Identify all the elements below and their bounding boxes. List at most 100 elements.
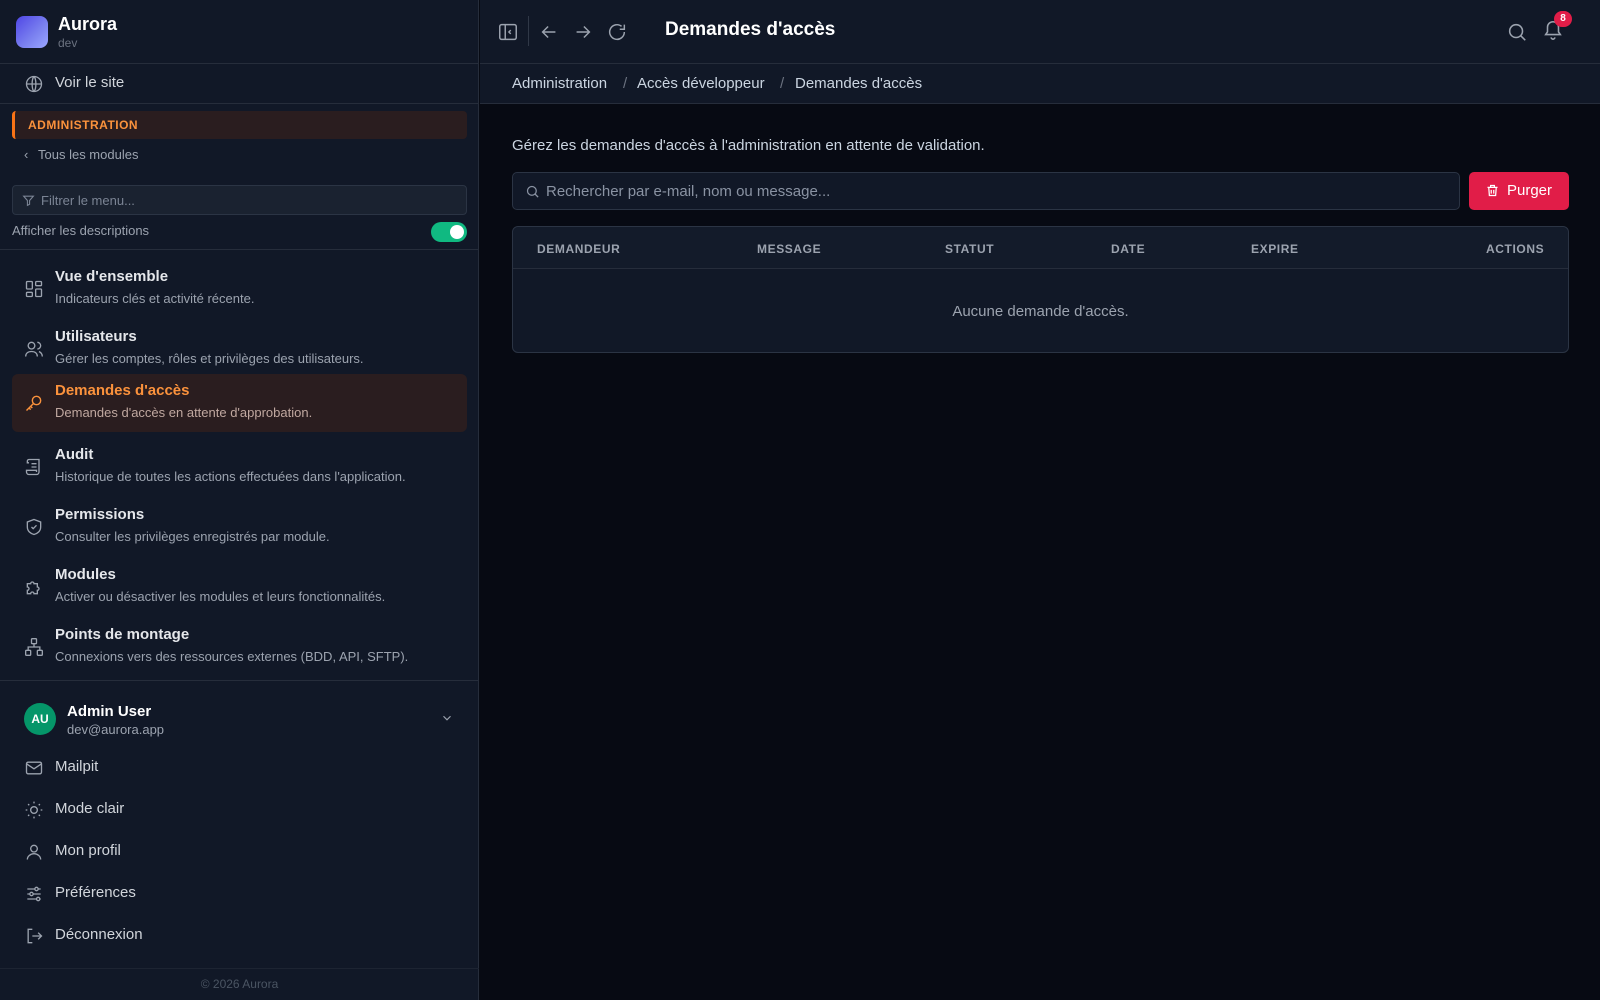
profile-label: Mon profil [55,842,121,859]
column-header-requester[interactable]: DEMANDEUR [537,242,620,256]
sidebar-item-desc: Consulter les privilèges enregistrés par… [55,529,330,544]
section-label: ADMINISTRATION [28,118,139,132]
logo [16,16,48,48]
sidebar-item-title: Utilisateurs [55,328,137,345]
sidebar-item-users[interactable]: Utilisateurs Gérer les comptes, rôles et… [12,320,467,378]
sidebar-item-title: Modules [55,566,116,583]
empty-state: Aucune demande d'accès. [952,303,1129,320]
sidebar-item-desc: Gérer les comptes, rôles et privilèges d… [55,351,364,366]
menu-filter[interactable] [12,185,467,215]
sidebar-item-access-requests[interactable]: Demandes d'accès Demandes d'accès en att… [12,374,467,432]
sidebar-item-permissions[interactable]: Permissions Consulter les privilèges enr… [12,498,467,556]
shield-check-icon [24,517,44,537]
column-header-actions: ACTIONS [1486,242,1545,256]
purge-label: Purger [1507,182,1553,199]
all-modules-label: Tous les modules [38,147,139,162]
avatar: AU [24,703,56,735]
divider [0,680,479,681]
column-header-date[interactable]: DATE [1111,242,1145,256]
light-mode-label: Mode clair [55,800,125,817]
users-icon [24,339,44,359]
column-header-expires[interactable]: EXPIRE [1251,242,1299,256]
notification-badge: 8 [1554,11,1572,27]
copyright: © 2026 Aurora [200,977,279,991]
sidebar-item-audit[interactable]: Audit Historique de toutes les actions e… [12,438,467,496]
section-administration: ADMINISTRATION [12,111,467,139]
sun-icon [24,800,44,820]
puzzle-icon [24,577,44,597]
logout-link[interactable]: Déconnexion [0,925,479,947]
logout-label: Déconnexion [55,926,143,943]
sidebar-item-title: Audit [55,446,94,463]
sidebar-item-modules[interactable]: Modules Activer ou désactiver les module… [12,558,467,616]
divider [528,16,529,46]
back-arrow-icon[interactable] [538,21,560,43]
sidebar-item-title: Permissions [55,506,145,523]
logout-icon [24,926,44,946]
refresh-icon[interactable] [606,21,628,43]
breadcrumb-separator: / [780,75,785,92]
sidebar-item-desc: Activer ou désactiver les modules et leu… [55,589,386,604]
preferences-link[interactable]: Préférences [0,883,479,905]
search-icon[interactable] [1506,21,1528,43]
mailpit-label: Mailpit [55,758,99,775]
sidebar-item-title: Demandes d'accès [55,382,190,399]
sidebar-item-title: Vue d'ensemble [55,268,169,285]
light-mode-toggle[interactable]: Mode clair [0,799,479,821]
view-site-link[interactable]: Voir le site [0,64,479,104]
sidebar-item-mount-points[interactable]: Points de montage Connexions vers des re… [12,618,467,676]
breadcrumb-current: Demandes d'accès [795,75,923,92]
key-icon [24,393,44,413]
brand[interactable]: Aurora dev [0,0,479,64]
user-icon [24,842,44,862]
filter-icon [22,194,35,207]
search-input[interactable] [546,173,1446,209]
menu-filter-input[interactable] [41,186,441,214]
purge-button[interactable]: Purger [1469,172,1569,210]
top-bar: Demandes d'accès 8 [480,0,1600,64]
scroll-icon [24,457,44,477]
breadcrumb: Administration / Accès développeur / Dem… [480,64,1600,104]
user-menu[interactable]: AU Admin User dev@aurora.app [0,697,479,741]
user-name: Admin User [67,703,152,720]
column-header-message[interactable]: MESSAGE [757,242,821,256]
mailpit-link[interactable]: Mailpit [0,757,479,779]
sidebar-item-title: Points de montage [55,626,190,643]
sidebar-item-desc: Historique de toutes les actions effectu… [55,469,406,484]
search-box[interactable] [512,172,1460,210]
sidebar-item-desc: Connexions vers des ressources externes … [55,649,409,664]
chevron-left-icon: ‹ [24,147,29,162]
table-header: DEMANDEUR MESSAGE STATUT DATE EXPIRE ACT… [513,227,1568,269]
breadcrumb-separator: / [623,75,628,92]
sidebar: Aurora dev Voir le site ADMINISTRATION ‹… [0,0,479,1000]
show-descriptions-label: Afficher les descriptions [12,223,150,238]
sidebar-item-desc: Indicateurs clés et activité récente. [55,291,255,306]
sidebar-toggle-icon[interactable] [497,21,519,43]
dashboard-icon [24,279,44,299]
search-icon [525,184,540,199]
breadcrumb-item[interactable]: Administration [512,75,607,92]
network-icon [24,637,44,657]
trash-icon [1485,183,1500,198]
column-header-status[interactable]: STATUT [945,242,994,256]
forward-arrow-icon[interactable] [572,21,594,43]
brand-name: Aurora [58,14,118,34]
all-modules-link[interactable]: ‹ Tous les modules [24,147,138,162]
profile-link[interactable]: Mon profil [0,841,479,863]
preferences-label: Préférences [55,884,136,901]
page-description: Gérez les demandes d'accès à l'administr… [512,137,985,154]
mail-icon [24,758,44,778]
globe-icon [24,74,44,94]
user-email: dev@aurora.app [67,722,165,737]
sidebar-item-desc: Demandes d'accès en attente d'approbatio… [55,405,313,420]
chevron-down-icon [440,711,454,725]
sliders-icon [24,884,44,904]
brand-env: dev [58,36,78,50]
divider [0,968,479,969]
breadcrumb-item[interactable]: Accès développeur [637,75,765,92]
show-descriptions-toggle[interactable] [431,222,467,242]
view-site-label: Voir le site [55,74,125,91]
page-title: Demandes d'accès [665,19,836,40]
sidebar-item-overview[interactable]: Vue d'ensemble Indicateurs clés et activ… [12,260,467,318]
access-requests-table: DEMANDEUR MESSAGE STATUT DATE EXPIRE ACT… [512,226,1569,353]
